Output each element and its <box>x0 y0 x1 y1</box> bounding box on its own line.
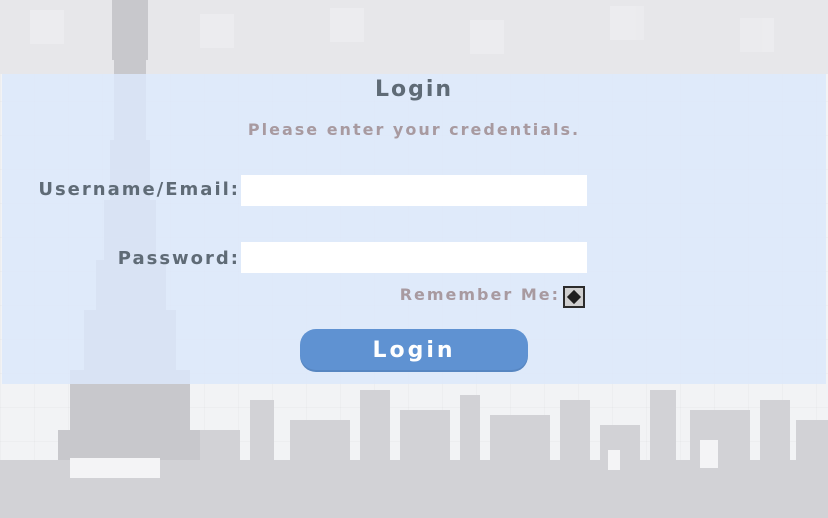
remember-me-checkbox[interactable] <box>563 286 585 308</box>
login-button[interactable]: Login <box>300 329 528 372</box>
page-subtitle: Please enter your credentials. <box>247 120 581 139</box>
page-title: Login <box>374 77 454 102</box>
checkbox-checked-icon <box>566 289 582 305</box>
username-input[interactable] <box>241 175 587 206</box>
password-input[interactable] <box>241 242 587 273</box>
remember-me-label: Remember Me: <box>399 285 560 304</box>
username-label: Username/Email: <box>38 179 240 200</box>
password-label: Password: <box>117 248 240 269</box>
